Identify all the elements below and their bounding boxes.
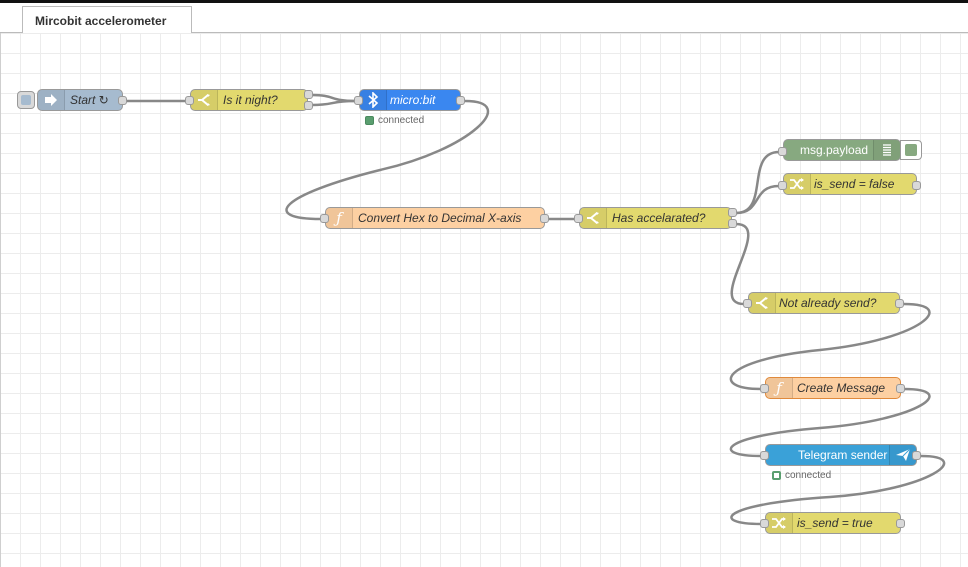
node-create-message-label: Create Message xyxy=(797,381,886,395)
port-notsent-out[interactable] xyxy=(895,299,904,308)
node-is-send-true[interactable]: is_send = true xyxy=(765,512,901,534)
status-ring-icon xyxy=(772,471,781,480)
port-microbit-out[interactable] xyxy=(456,96,465,105)
port-payload-in[interactable] xyxy=(778,147,787,156)
node-is-send-false[interactable]: is_send = false xyxy=(783,173,917,195)
node-not-already-send[interactable]: Not already send? xyxy=(748,292,900,314)
port-accel-out-1[interactable] xyxy=(728,208,737,217)
inject-trigger-button[interactable] xyxy=(17,91,35,109)
node-has-accelerated-label: Has accelarated? xyxy=(612,211,706,225)
port-false-in[interactable] xyxy=(778,181,787,190)
node-create-message[interactable]: ƒ Create Message xyxy=(765,377,901,399)
port-accel-in[interactable] xyxy=(574,214,583,223)
port-true-out[interactable] xyxy=(896,519,905,528)
status-dot-icon xyxy=(365,116,374,125)
workspace-tab-bar: Mircobit accelerometer xyxy=(0,3,968,35)
node-microbit-label: micro:bit xyxy=(390,93,436,107)
node-start-label: Start ↻ xyxy=(70,93,109,107)
telegram-status: connected xyxy=(772,470,831,481)
debug-toggle-button[interactable] xyxy=(900,140,922,160)
port-microbit-in[interactable] xyxy=(354,96,363,105)
port-notsent-in[interactable] xyxy=(743,299,752,308)
telegram-status-text: connected xyxy=(785,470,832,481)
node-start[interactable]: Start ↻ xyxy=(37,89,123,111)
port-telegram-in[interactable] xyxy=(760,451,769,460)
arrow-right-icon xyxy=(38,90,65,110)
node-not-already-send-label: Not already send? xyxy=(779,296,877,310)
port-false-out[interactable] xyxy=(912,181,921,190)
tab-flow[interactable]: Mircobit accelerometer xyxy=(22,6,192,35)
inject-trigger-indicator xyxy=(21,95,31,105)
node-is-send-false-label: is_send = false xyxy=(814,177,895,191)
node-is-send-true-label: is_send = true xyxy=(797,516,873,530)
port-start-out[interactable] xyxy=(118,96,127,105)
port-convert-out[interactable] xyxy=(540,214,549,223)
function-icon: ƒ xyxy=(326,208,353,228)
canvas-left-edge xyxy=(0,33,1,567)
list-icon xyxy=(873,140,900,160)
microbit-status: connected xyxy=(365,115,424,126)
function-icon: ƒ xyxy=(766,378,793,398)
port-create-out[interactable] xyxy=(896,384,905,393)
port-is-night-out-1[interactable] xyxy=(304,90,313,99)
bluetooth-icon xyxy=(360,90,387,110)
microbit-status-text: connected xyxy=(378,115,425,126)
port-accel-out-2[interactable] xyxy=(728,219,737,228)
node-is-night-label: Is it night? xyxy=(223,93,278,107)
node-is-night[interactable]: Is it night? xyxy=(190,89,308,111)
shuffle-icon xyxy=(784,174,811,194)
node-telegram-sender[interactable]: Telegram sender xyxy=(765,444,917,466)
port-is-night-out-2[interactable] xyxy=(304,101,313,110)
port-true-in[interactable] xyxy=(760,519,769,528)
shuffle-icon xyxy=(766,513,793,533)
port-convert-in[interactable] xyxy=(320,214,329,223)
switch-icon xyxy=(191,90,218,110)
port-is-night-in[interactable] xyxy=(185,96,194,105)
port-create-in[interactable] xyxy=(760,384,769,393)
switch-icon xyxy=(580,208,607,228)
node-msg-payload-label: msg.payload xyxy=(800,143,869,157)
node-msg-payload[interactable]: msg.payload xyxy=(783,139,901,161)
node-convert-hex[interactable]: ƒ Convert Hex to Decimal X-axis xyxy=(325,207,545,229)
node-telegram-sender-label: Telegram sender xyxy=(798,448,888,462)
switch-icon xyxy=(749,293,776,313)
node-convert-hex-label: Convert Hex to Decimal X-axis xyxy=(358,211,522,225)
node-has-accelerated[interactable]: Has accelarated? xyxy=(579,207,732,229)
debug-toggle-indicator xyxy=(905,144,917,156)
port-telegram-out[interactable] xyxy=(912,451,921,460)
node-microbit[interactable]: micro:bit xyxy=(359,89,461,111)
